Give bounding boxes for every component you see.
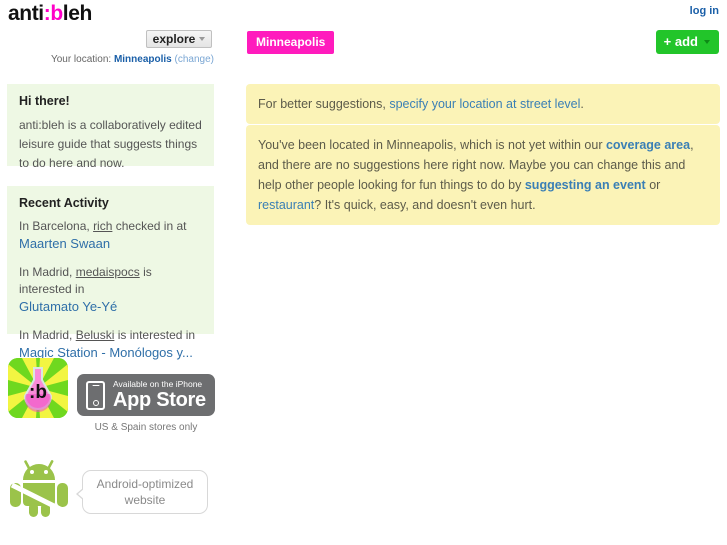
coverage-area-link[interactable]: coverage area [606,138,690,152]
iphone-icon [86,380,105,410]
notice-text-after: . [580,97,584,111]
specify-location-link[interactable]: specify your location at street level [389,97,580,111]
activity-user-link[interactable]: medaispocs [76,265,140,279]
logo-text-post: leh [62,2,93,25]
activity-meta: In Madrid, Beluski is interested in [19,327,202,344]
notice-text-before: For better suggestions, [258,97,390,111]
activity-title-link[interactable]: Glutamato Ye-Yé [19,298,202,316]
coverage-text-1: You've been located in Minneapolis, whic… [258,138,606,152]
add-button-label: + add [663,34,698,49]
recent-activity-heading: Recent Activity [19,196,109,210]
logo-mark-icon: :b [43,2,63,25]
page-root: anti:bleh log in explore Your location: … [0,0,727,545]
app-flask-icon[interactable]: :b [8,358,68,418]
coverage-area-notice: You've been located in Minneapolis, whic… [246,125,720,225]
list-item: In Madrid, Beluski is interested in Magi… [19,327,202,362]
location-line: Your location: Minneapolis (change) [0,54,222,65]
activity-verb: is interested in [117,328,196,342]
logo-text-pre: anti [8,2,44,25]
add-button[interactable]: + add [655,30,719,54]
activity-meta: In Madrid, medaispocs is interested in [19,264,202,298]
location-prefix-label: Your location: [50,54,112,65]
store-availability-note: US & Spain stores only [94,422,198,433]
chevron-down-icon [704,39,710,44]
app-store-big-label: App Store [113,389,206,412]
android-icon-art [10,460,70,517]
coverage-text-3: or [645,178,661,192]
activity-prefix: In Madrid, [19,265,73,279]
about-panel: Hi there! anti:bleh is a collaboratively… [7,84,214,170]
activity-verb: checked in at [115,219,187,233]
svg-text::b: :b [29,382,47,403]
list-item: In Barcelona, rich checked in at Maarten… [19,218,202,253]
app-store-badge[interactable]: Available on the iPhone App Store [77,374,215,416]
android-robot-icon [8,455,70,517]
activity-prefix: In Barcelona, [19,219,90,233]
chevron-down-icon [199,37,206,41]
suggest-event-link[interactable]: suggesting an event [525,178,646,192]
activity-meta: In Barcelona, rich checked in at [19,218,202,235]
about-body: anti:bleh is a collaboratively edited le… [19,118,202,170]
activity-user-link[interactable]: rich [93,219,112,233]
list-item: In Madrid, medaispocs is interested in G… [19,264,202,316]
city-tag-minneapolis[interactable]: Minneapolis [247,31,335,54]
explore-button-label: explore [152,32,196,46]
app-store-text: Available on the iPhone App Store [113,380,206,411]
explore-button[interactable]: explore [146,30,212,48]
location-precision-notice: For better suggestions, specify your loc… [246,84,720,124]
change-location-link[interactable]: (change) [175,54,214,65]
location-city-value: Minneapolis [113,54,172,65]
flask-icon-art: :b [8,358,68,418]
android-website-bubble[interactable]: Android-optimized website [76,470,208,514]
recent-activity-panel: Recent Activity In Barcelona, rich check… [7,186,214,360]
activity-user-link[interactable]: Beluski [76,328,115,342]
activity-title-link[interactable]: Maarten Swaan [19,235,202,253]
activity-prefix: In Madrid, [19,328,73,342]
coverage-text-4: ? It's quick, easy, and doesn't even hur… [314,198,536,212]
site-logo[interactable]: anti:bleh [8,2,92,26]
about-heading: Hi there! [19,94,70,108]
suggest-restaurant-link[interactable]: restaurant [258,198,314,212]
login-link[interactable]: log in [690,5,719,17]
app-store-small-label: Available on the iPhone [113,378,203,389]
